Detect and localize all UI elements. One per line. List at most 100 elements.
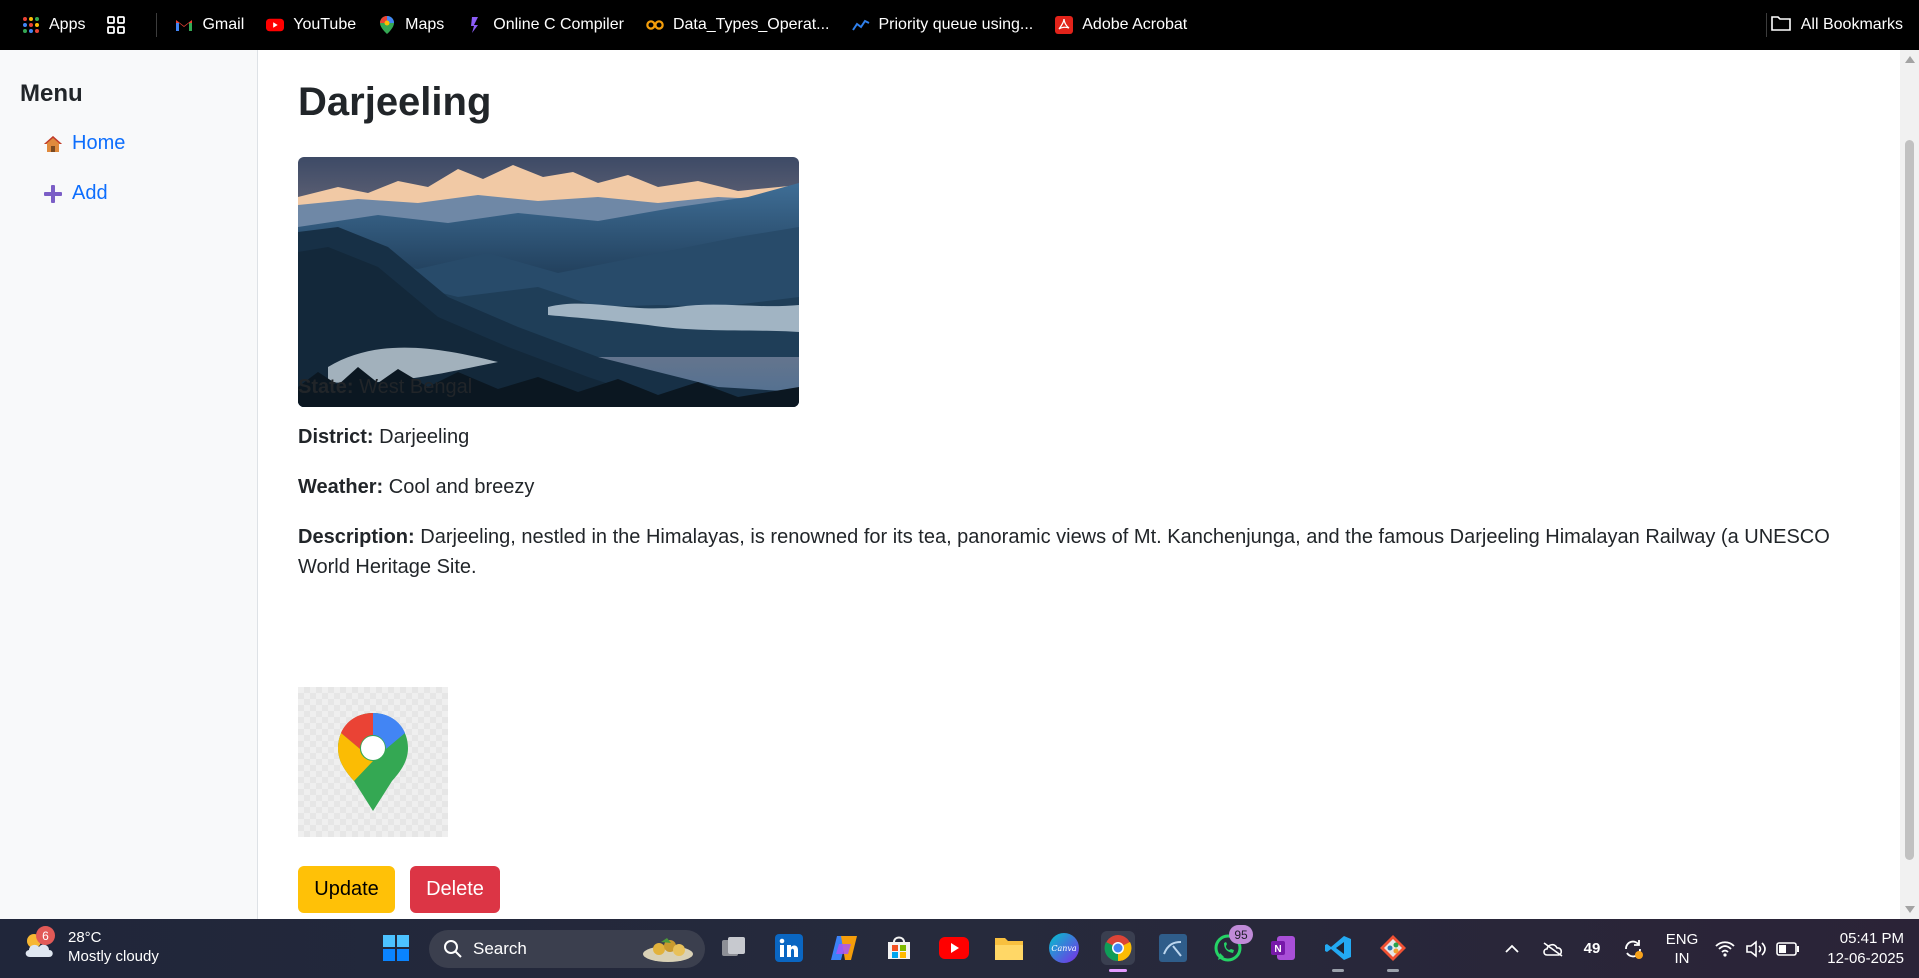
language-indicator[interactable]: ENG IN — [1662, 919, 1702, 978]
weather-field: Weather: Cool and breezy — [298, 472, 534, 502]
refresh-update-icon — [1625, 939, 1643, 959]
bookmark-separator — [156, 13, 158, 37]
state-field: State: West Bengal — [298, 372, 472, 402]
chevron-up-icon — [1505, 944, 1519, 953]
all-bookmarks-button[interactable]: All Bookmarks — [1770, 0, 1903, 50]
district-value: Darjeeling — [379, 426, 470, 448]
house-icon — [42, 135, 64, 153]
scroll-down-arrow-icon[interactable] — [1905, 906, 1915, 913]
youtube-app-icon — [939, 937, 969, 959]
temperature: 28°C — [68, 929, 102, 946]
taskbar-canva[interactable]: Canva — [1047, 931, 1081, 965]
svg-text:N: N — [1274, 944, 1281, 955]
bookmark-label: Priority queue using... — [878, 16, 1034, 33]
bookmark-adobe-acrobat[interactable]: Adobe Acrobat — [1055, 16, 1187, 34]
sidebar: Menu Home Add — [0, 50, 258, 919]
sidebar-item-add[interactable]: Add — [42, 182, 108, 205]
district-field: District: Darjeeling — [298, 422, 469, 452]
tray-onedrive[interactable] — [1541, 919, 1565, 978]
bookmark-youtube[interactable]: YouTube — [266, 16, 356, 34]
place-image — [298, 157, 799, 407]
taskbar-chrome[interactable] — [1101, 931, 1135, 972]
taskbar-vscode[interactable] — [1321, 931, 1355, 972]
taskbar-copilot[interactable] — [827, 931, 861, 965]
bookmark-label: Maps — [405, 16, 445, 33]
taskbar-file-explorer[interactable] — [992, 931, 1026, 965]
description-label: Description: — [298, 526, 415, 548]
volume-icon — [1746, 939, 1766, 958]
chrome-icon — [1104, 935, 1132, 962]
apps-grid-icon — [22, 16, 40, 34]
bookmarks-bar: Apps Gmail YouTube Maps Online C Compile… — [0, 0, 1919, 50]
taskbar-search[interactable]: Search — [429, 930, 705, 968]
weather-condition: Mostly cloudy — [68, 948, 159, 965]
taskbar-youtube[interactable] — [937, 931, 971, 965]
bookmark-online-c-compiler[interactable]: Online C Compiler — [466, 16, 624, 34]
search-highlight-icon — [641, 934, 695, 969]
all-bookmarks-label: All Bookmarks — [1800, 16, 1903, 33]
bookmark-maps[interactable]: Maps — [378, 16, 444, 34]
bookmark-gmail[interactable]: Gmail — [175, 16, 244, 34]
weather-value: Cool and breezy — [388, 476, 535, 498]
taskbar-mysql[interactable] — [1156, 931, 1190, 965]
infinity-icon — [646, 16, 664, 34]
lang-line-1: ENG — [1665, 930, 1699, 948]
start-button[interactable] — [379, 931, 413, 965]
plus-icon — [42, 184, 64, 203]
mysql-workbench-icon — [1159, 934, 1187, 962]
scroll-up-arrow-icon[interactable] — [1905, 56, 1915, 63]
canva-icon: Canva — [1049, 933, 1079, 963]
bookmark-priority-queue[interactable]: Priority queue using... — [851, 16, 1034, 34]
weather-widget[interactable]: 6 28°C Mostly cloudy — [22, 926, 159, 966]
taskbar-onenote[interactable]: N — [1266, 931, 1300, 965]
wifi-icon — [1715, 940, 1735, 957]
clock[interactable]: 05:41 PM 12-06-2025 — [1812, 919, 1904, 978]
lang-line-2: IN — [1674, 949, 1690, 967]
taskbar-task-view[interactable] — [717, 931, 751, 965]
bookmark-data-types[interactable]: Data_Types_Operat... — [646, 16, 830, 34]
map-link[interactable] — [298, 687, 448, 837]
taskbar-linkedin[interactable] — [772, 931, 806, 965]
bookmark-label: Gmail — [202, 16, 245, 33]
folder-icon — [1770, 15, 1791, 36]
tab-groups-button[interactable] — [107, 16, 134, 34]
google-maps-pin-icon — [338, 713, 408, 811]
acrobat-icon — [1055, 16, 1074, 34]
bookmark-label: Apps — [49, 16, 86, 33]
windows-icon — [383, 935, 409, 961]
tray-overflow-button[interactable] — [1500, 919, 1524, 978]
delete-button[interactable]: Delete — [410, 866, 500, 913]
description-value: Darjeeling, nestled in the Himalayas, is… — [298, 526, 1830, 578]
update-button[interactable]: Update — [298, 866, 395, 913]
taskbar-git-tool[interactable] — [1376, 931, 1410, 972]
tray-quick-settings[interactable] — [1714, 919, 1800, 978]
taskbar-whatsapp[interactable]: 95 — [1211, 925, 1253, 965]
linkedin-icon — [775, 934, 803, 962]
grid-squares-icon — [107, 16, 126, 34]
whatsapp-badge: 95 — [1229, 925, 1253, 944]
page-title: Darjeeling — [298, 80, 492, 124]
task-view-icon — [722, 937, 745, 956]
git-open-indicator — [1387, 969, 1399, 972]
sidebar-item-home[interactable]: Home — [42, 132, 125, 155]
scroll-thumb[interactable] — [1905, 140, 1914, 860]
bookmark-apps[interactable]: Apps — [22, 16, 85, 34]
tray-number[interactable]: 49 — [1580, 919, 1604, 978]
taskbar-store[interactable] — [882, 931, 916, 965]
bookmark-label: Online C Compiler — [493, 16, 624, 33]
description-field: Description: Darjeeling, nestled in the … — [298, 522, 1878, 582]
svg-text:Canva: Canva — [1051, 944, 1077, 953]
folder-app-icon — [995, 938, 1023, 960]
clock-time: 05:41 PM — [1839, 929, 1904, 947]
weather-label: Weather: — [298, 476, 384, 498]
onenote-icon: N — [1271, 936, 1295, 960]
state-label: State: — [298, 376, 354, 398]
bookmark-label: Adobe Acrobat — [1082, 16, 1188, 33]
battery-icon — [1776, 941, 1799, 956]
state-value: West Bengal — [359, 376, 473, 398]
tray-update[interactable] — [1620, 919, 1646, 978]
search-icon — [443, 939, 463, 959]
bookmark-divider — [1766, 13, 1767, 37]
vertical-scrollbar[interactable] — [1900, 50, 1919, 919]
main-content: Darjeeling State: West Bengal District: … — [259, 50, 1900, 919]
